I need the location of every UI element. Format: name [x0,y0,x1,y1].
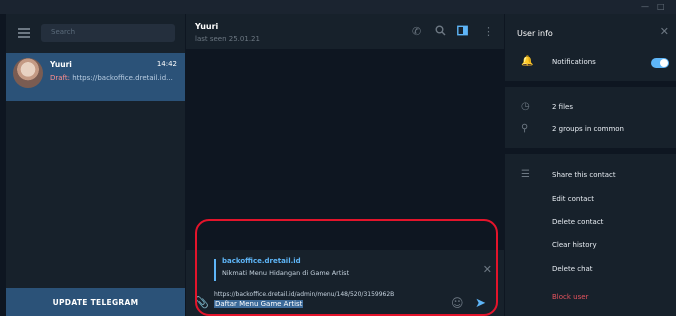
share-contact-item[interactable]: Share this contact [552,171,616,179]
title-bar: — □ [0,0,676,14]
minimize-button[interactable]: — [641,2,649,11]
chat-draft-preview: Draft: https://backoffice.dretail.id... [50,74,178,82]
divider [505,81,676,87]
chat-header-name: Yuuri [195,22,219,31]
bell-icon: 🔔 [521,56,534,67]
update-telegram-button[interactable]: UPDATE TELEGRAM [6,288,185,316]
user-icon: ⚲ [521,123,529,134]
close-icon[interactable]: ✕ [660,25,669,38]
chat-header-status: last seen 25.01.21 [195,35,260,43]
avatar [13,58,43,88]
files-icon: ◷ [521,101,530,112]
telegram-window: — □ Search Yuuri 14:42 Draft: https://ba… [0,0,676,316]
sidebar-toggle-icon[interactable] [457,25,468,39]
search-placeholder: Search [51,28,76,36]
delete-contact-item[interactable]: Delete contact [552,218,603,226]
restore-button[interactable]: □ [657,2,665,11]
chat-name: Yuuri [50,60,72,69]
list-icon: ☰ [521,169,530,180]
edit-contact-item[interactable]: Edit contact [552,195,594,203]
hamburger-menu-icon[interactable] [18,28,30,38]
draft-prefix: Draft: [50,74,71,82]
chat-header[interactable]: Yuuri last seen 25.01.21 ✆ ⋮ [186,14,504,49]
notifications-label: Notifications [552,58,596,66]
user-info-title: User info [517,29,553,38]
chat-list-item[interactable]: Yuuri 14:42 Draft: https://backoffice.dr… [6,53,185,101]
phone-icon[interactable]: ✆ [412,25,421,38]
draft-text: https://backoffice.dretail.id... [70,74,173,82]
notifications-toggle[interactable] [651,58,669,68]
delete-chat-item[interactable]: Delete chat [552,265,593,273]
search-input[interactable]: Search [41,24,175,42]
divider [505,148,676,154]
chat-time: 14:42 [156,60,177,68]
clear-history-item[interactable]: Clear history [552,241,597,249]
block-user-item[interactable]: Block user [552,293,588,301]
highlight-annotation [195,219,498,316]
shared-files-item[interactable]: 2 files [552,103,573,111]
more-options-icon[interactable]: ⋮ [483,25,494,38]
groups-in-common-item[interactable]: 2 groups in common [552,125,624,133]
search-icon[interactable] [435,25,446,39]
chat-list-panel: Search Yuuri 14:42 Draft: https://backof… [6,14,185,316]
user-info-panel: User info ✕ 🔔 Notifications ◷ 2 files ⚲ … [505,14,676,316]
